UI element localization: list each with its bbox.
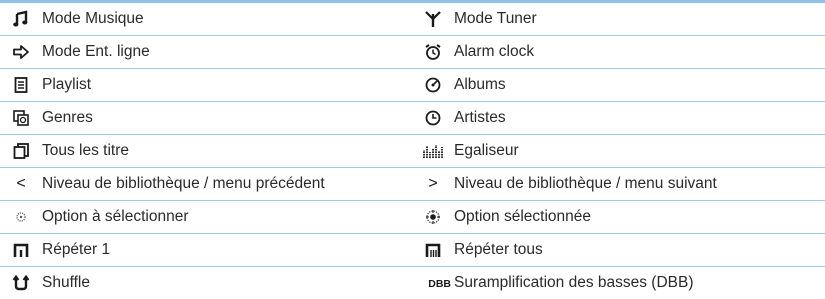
all-titles-icon xyxy=(12,142,30,159)
genres-icon xyxy=(12,109,30,126)
chevron-right-icon: > xyxy=(424,175,442,193)
legend-label: Shuffle xyxy=(42,267,412,299)
repeat-one-icon xyxy=(12,241,30,258)
legend-label: Artistes xyxy=(454,102,825,135)
legend-row: Tous les titre Egaliseur xyxy=(0,135,825,168)
music-note-icon xyxy=(12,10,30,27)
legend-label: Niveau de bibliothèque / menu précédent xyxy=(42,168,412,201)
chevron-left-icon: < xyxy=(12,175,30,193)
legend-row: Shuffle DBB Suramplification des basses … xyxy=(0,267,825,299)
option-unselected-icon xyxy=(12,208,30,225)
dbb-icon: DBB xyxy=(417,275,451,293)
legend-label: Mode Ent. ligne xyxy=(42,36,412,69)
legend-label: Tous les titre xyxy=(42,135,412,168)
legend-label: Option à sélectionner xyxy=(42,201,412,234)
legend-row: Répéter 1 Répéter tous xyxy=(0,234,825,267)
legend-row: Option à sélectionner Option sélectionné… xyxy=(0,201,825,234)
repeat-all-icon xyxy=(424,241,442,258)
legend-row: Playlist Albums xyxy=(0,69,825,102)
legend-label: Répéter tous xyxy=(454,234,825,267)
arrow-right-icon xyxy=(12,43,30,60)
legend-label: Suramplification des basses (DBB) xyxy=(454,267,825,299)
legend-label: Option sélectionnée xyxy=(454,201,825,234)
legend-label: Mode Tuner xyxy=(454,3,825,36)
legend-label: Playlist xyxy=(42,69,412,102)
legend-row: Mode Musique Mode Tuner xyxy=(0,3,825,36)
legend-label: Mode Musique xyxy=(42,3,412,36)
shuffle-icon xyxy=(12,274,30,291)
legend-row: Mode Ent. ligne Alarm clock xyxy=(0,36,825,69)
album-disc-icon xyxy=(424,76,442,93)
alarm-clock-icon xyxy=(424,43,442,60)
legend-label: Albums xyxy=(454,69,825,102)
legend-label: Niveau de bibliothèque / menu suivant xyxy=(454,168,825,201)
playlist-icon xyxy=(12,76,30,93)
legend-label: Genres xyxy=(42,102,412,135)
icon-legend-table: Mode Musique Mode Tuner Mo xyxy=(0,3,825,299)
equalizer-icon xyxy=(422,142,444,159)
artist-icon xyxy=(424,109,442,126)
legend-label: Egaliseur xyxy=(454,135,825,168)
legend-label: Répéter 1 xyxy=(42,234,412,267)
antenna-icon xyxy=(424,10,442,27)
option-selected-icon xyxy=(424,208,442,225)
legend-row: < Niveau de bibliothèque / menu précéden… xyxy=(0,168,825,201)
legend-row: Genres Artistes xyxy=(0,102,825,135)
legend-label: Alarm clock xyxy=(454,36,825,69)
